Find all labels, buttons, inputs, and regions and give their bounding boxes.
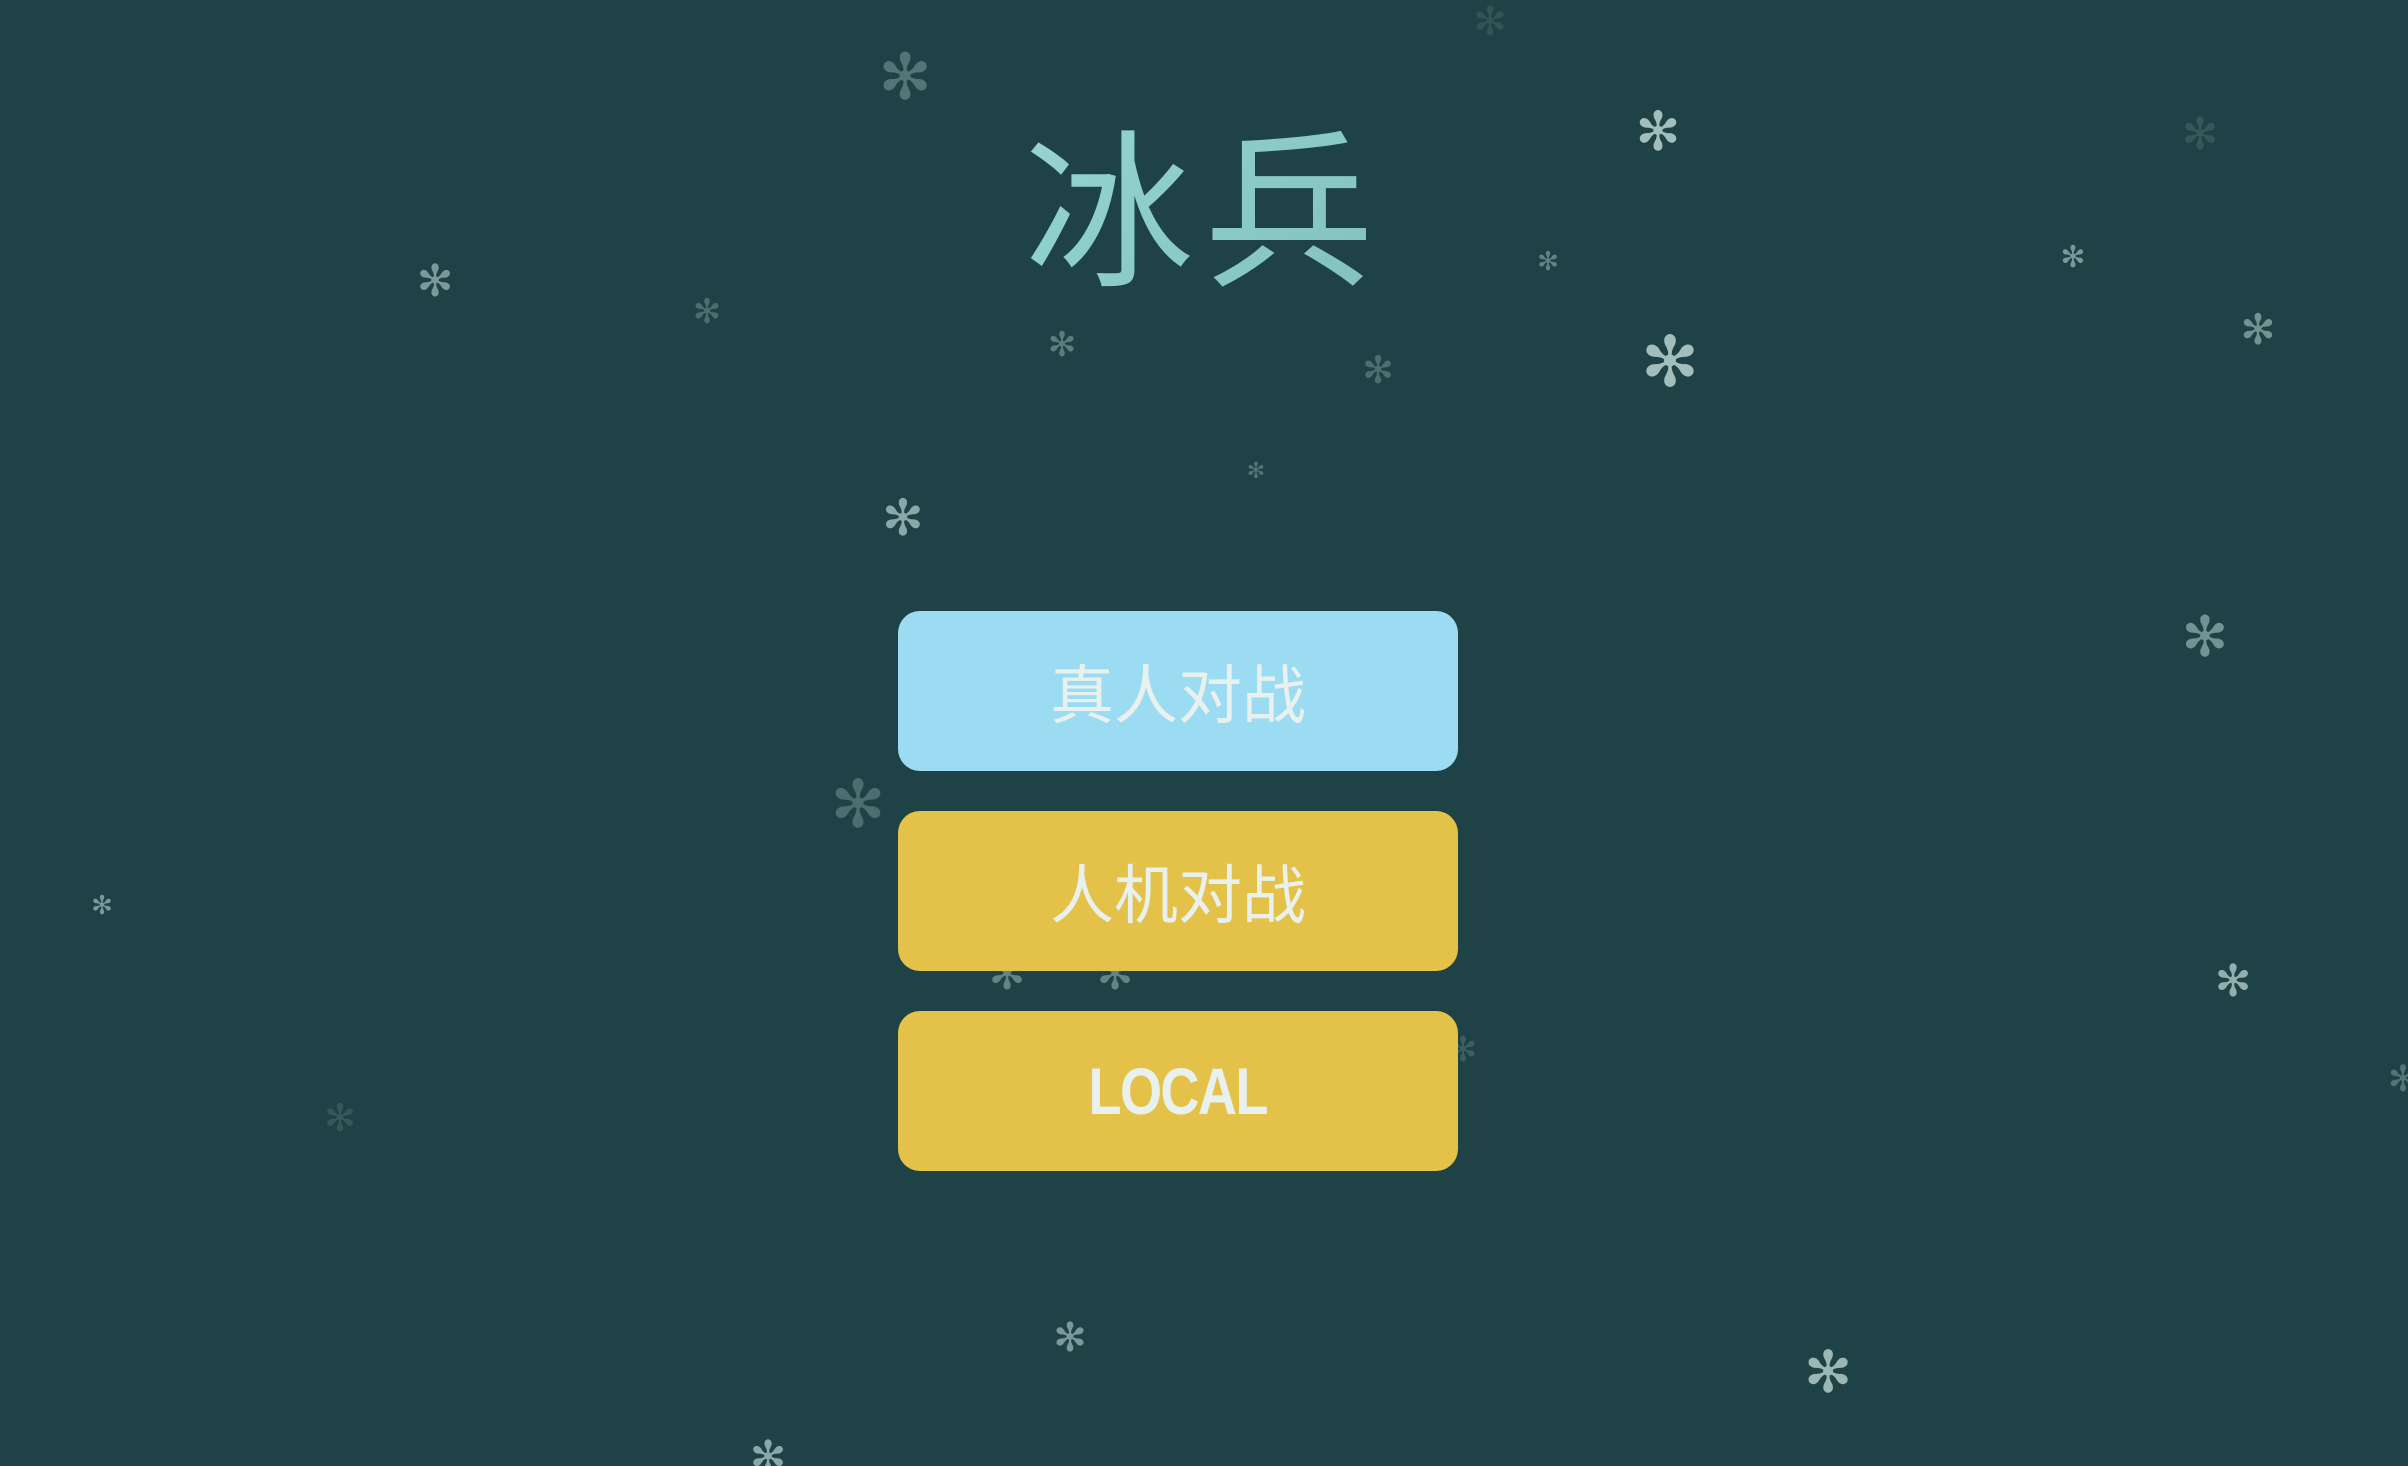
snowflake-icon: ✻ xyxy=(2387,1059,2408,1100)
snowflake-icon: ✻ xyxy=(1047,325,1077,365)
snowflake-icon: ✻ xyxy=(1803,1338,1853,1406)
snowflake-icon: ✻ xyxy=(692,292,722,332)
local-play-label: LOCAL xyxy=(1088,1054,1269,1128)
snowflake-icon: ✻ xyxy=(1473,0,1507,45)
snowflake-icon: ✻ xyxy=(878,41,932,115)
snowflake-icon: ✻ xyxy=(830,766,886,843)
snowflake-icon: ✻ xyxy=(2214,956,2252,1007)
main-menu: 真人对战 人机对战 LOCAL xyxy=(898,611,1458,1211)
snowflake-icon: ✻ xyxy=(2181,605,2229,670)
snowflake-icon: ✻ xyxy=(324,1096,356,1140)
online-pvp-button[interactable]: 真人对战 xyxy=(898,611,1458,771)
snowflake-icon: ✻ xyxy=(2240,305,2276,354)
snowflake-icon: ✻ xyxy=(1362,348,1394,392)
snowflake-icon: ✻ xyxy=(882,489,924,547)
vs-ai-button[interactable]: 人机对战 xyxy=(898,811,1458,971)
snowflake-icon: ✻ xyxy=(1053,1315,1087,1361)
local-play-button[interactable]: LOCAL xyxy=(898,1011,1458,1171)
snowflake-icon: ✻ xyxy=(91,891,113,921)
snowflake-icon: ✻ xyxy=(749,1432,787,1466)
snowflake-icon: ✻ xyxy=(1246,459,1266,484)
snowflake-icon: ✻ xyxy=(1640,321,1700,403)
game-title: 冰兵 xyxy=(0,130,2408,300)
